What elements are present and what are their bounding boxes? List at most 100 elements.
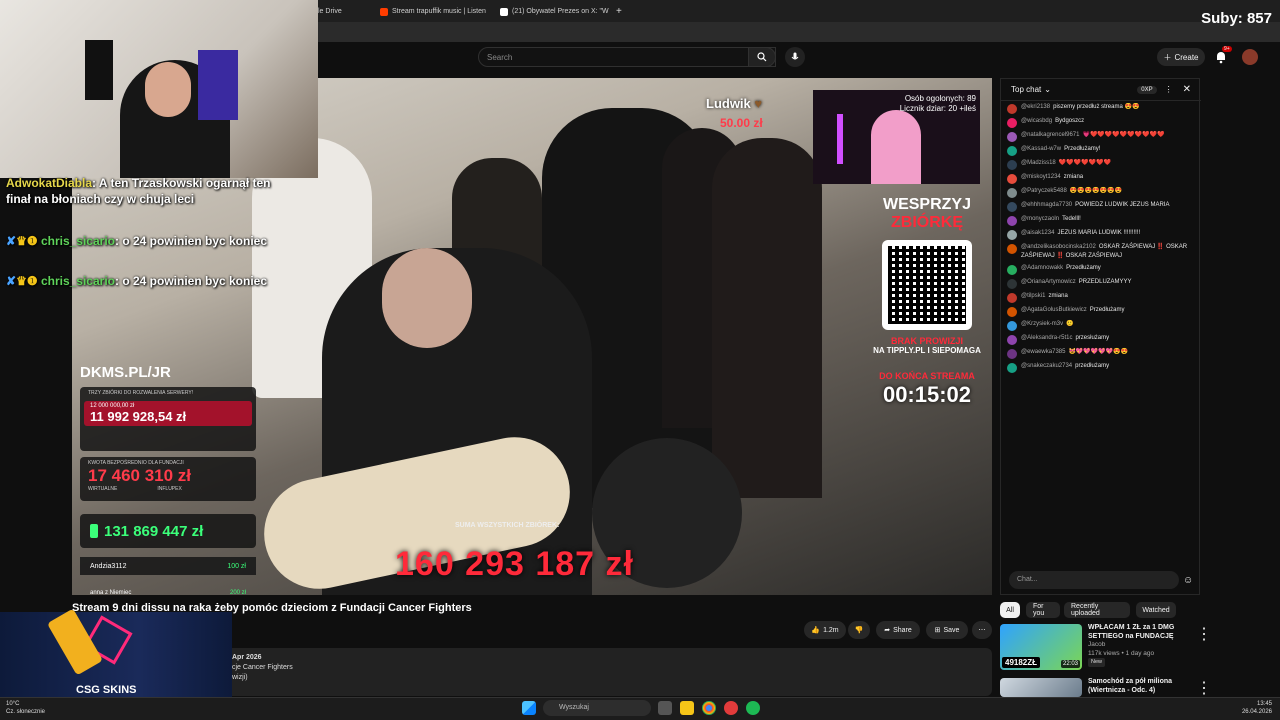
recommendation-item[interactable]: 49182ZŁ 22:03 WPŁACAM 1 ZŁ za 1 DMG SETT… [1000, 624, 1212, 670]
task-view-icon[interactable] [658, 701, 672, 715]
filter-chip[interactable]: All [1000, 602, 1020, 618]
qr-code[interactable] [882, 240, 972, 330]
avatar[interactable] [1007, 174, 1017, 184]
avatar[interactable] [1007, 118, 1017, 128]
chat-username[interactable]: @monyczaoln [1021, 216, 1059, 222]
chat-message[interactable]: @ewaewka7385 😻💖💖💖💖💖😍😍 [1007, 348, 1195, 359]
more-actions-button[interactable]: ⋯ [972, 621, 992, 639]
chat-message[interactable]: @ehhhmagda7730 POWIEDZ LUDWIK JEZUS MARIA [1007, 201, 1195, 212]
chat-username[interactable]: @ehhhmagda7730 [1021, 202, 1072, 208]
chat-username[interactable]: @OrianaArtymowicz [1021, 279, 1076, 285]
chat-username[interactable]: @Krzysiek-m3v [1021, 321, 1063, 327]
chat-message[interactable]: @aisak1234 JEZUS MARIA LUDWIK !!!!!!!!!! [1007, 229, 1195, 240]
chat-username[interactable]: @miskoyt1234 [1021, 174, 1061, 180]
chat-message[interactable]: @tilpski1 zmiana [1007, 292, 1195, 303]
video-thumbnail[interactable]: 49182ZŁ 22:03 [1000, 624, 1082, 670]
app-icon[interactable] [724, 701, 738, 715]
avatar[interactable] [1007, 132, 1017, 142]
notifications-button[interactable]: 9+ [1214, 46, 1232, 64]
chat-username[interactable]: @ekri2138 [1021, 104, 1050, 110]
chat-username[interactable]: @Madziss18 [1021, 160, 1056, 166]
chat-message[interactable]: @Madziss18 ❤️❤️❤️❤️❤️❤️❤️ [1007, 159, 1195, 170]
chat-message[interactable]: @OrianaArtymowicz PRZEDLUZAMYYY [1007, 278, 1195, 289]
browser-tab[interactable]: le Drive [318, 3, 376, 20]
chat-message[interactable]: @Kassad-w7w Przedłużamy! [1007, 145, 1195, 156]
avatar[interactable] [1242, 49, 1258, 65]
spotify-icon[interactable] [746, 701, 760, 715]
xp-badge[interactable]: 0XP [1137, 85, 1157, 94]
chat-message[interactable]: @Patryczek5488 😍😍😍😍😍😍😍 [1007, 187, 1195, 198]
avatar[interactable] [1007, 160, 1017, 170]
weather-widget[interactable]: 10°C Cz. słonecznie [6, 700, 45, 716]
chat-message[interactable]: @wicasbdg Bydgoszcz [1007, 117, 1195, 128]
chat-message[interactable]: @Adamnowakk Przedłużamy [1007, 264, 1195, 275]
more-options-icon[interactable]: ⋮ [1165, 85, 1173, 94]
new-tab-button[interactable]: + [616, 3, 628, 20]
chat-username[interactable]: @andzelikasobocinska2102 [1021, 244, 1096, 250]
avatar[interactable] [1007, 244, 1017, 254]
filter-chip[interactable]: Watched [1136, 602, 1176, 618]
avatar[interactable] [1007, 265, 1017, 275]
more-options-icon[interactable]: ⋮ [1196, 678, 1212, 698]
avatar[interactable] [1007, 307, 1017, 317]
avatar[interactable] [1007, 188, 1017, 198]
recommendation-item[interactable]: Samochód za pół miliona (Wiertnicza - Od… [1000, 678, 1212, 698]
like-button[interactable]: 👍 1.2m [804, 621, 846, 639]
filter-chip[interactable]: For you [1026, 602, 1060, 618]
avatar[interactable] [1007, 216, 1017, 226]
chat-message[interactable]: @monyczaoln Tedelll! [1007, 215, 1195, 226]
share-button[interactable]: ➦ Share [876, 621, 920, 639]
avatar[interactable] [1007, 349, 1017, 359]
avatar[interactable] [1007, 293, 1017, 303]
chat-message[interactable]: @andzelikasobocinska2102 OSKAR ZAŚPIEWAJ … [1007, 243, 1195, 261]
chat-message-list[interactable]: @ekri2138 piszemy przedłuż streama 😍😍 @wic… [1001, 103, 1201, 565]
search-button[interactable] [748, 47, 776, 67]
chat-username[interactable]: @AgataGolusButkiewicz [1021, 307, 1087, 313]
recommendation-title[interactable]: WPŁACAM 1 ZŁ za 1 DMG SETTIEGO na FUNDAC… [1088, 624, 1210, 641]
avatar[interactable] [1007, 104, 1017, 114]
chrome-icon[interactable] [702, 701, 716, 715]
search-input[interactable]: Search [478, 47, 776, 67]
filter-chip[interactable]: Recently uploaded [1064, 602, 1130, 618]
chat-username[interactable]: @snakeczaku2734 [1021, 363, 1072, 369]
avatar[interactable] [1007, 279, 1017, 289]
avatar[interactable] [1007, 335, 1017, 345]
create-button[interactable]: ＋ Create [1157, 48, 1205, 66]
avatar[interactable] [1007, 321, 1017, 331]
avatar[interactable] [1007, 146, 1017, 156]
more-options-icon[interactable]: ⋮ [1196, 624, 1212, 644]
close-icon[interactable]: ✕ [1183, 84, 1191, 95]
chat-message[interactable]: @Krzysiek-m3v 🙂 [1007, 320, 1195, 331]
browser-tab[interactable]: (21) Obywatel Prezes on X: "W ✕ [500, 3, 612, 20]
chat-username[interactable]: @aisak1234 [1021, 230, 1054, 236]
chat-username[interactable]: @wicasbdg [1021, 118, 1052, 124]
clock[interactable]: 13:45 26.04.2026 [1242, 700, 1272, 716]
chat-username[interactable]: @tilpski1 [1021, 293, 1045, 299]
channel-name[interactable]: Jacob [1088, 641, 1210, 650]
chat-username[interactable]: @Aleksandra-r5t1c [1021, 335, 1072, 341]
video-thumbnail[interactable] [1000, 678, 1082, 697]
browser-tab[interactable]: Stream trapuffik music | Listen ✕ [380, 3, 490, 20]
chat-message[interactable]: @snakeczaku2734 przedłużamy [1007, 362, 1195, 373]
chat-message[interactable]: @miskoyt1234 zmiana [1007, 173, 1195, 184]
chat-username[interactable]: @Adamnowakk [1021, 265, 1063, 271]
chat-username[interactable]: @Patryczek5488 [1021, 188, 1067, 194]
recommendation-title[interactable]: Samochód za pół miliona (Wiertnicza - Od… [1088, 678, 1210, 695]
taskbar-search[interactable]: Wyszukaj [543, 700, 651, 716]
avatar[interactable] [1007, 230, 1017, 240]
chat-message[interactable]: @Aleksandra-r5t1c przesłużamy [1007, 334, 1195, 345]
avatar[interactable] [1007, 363, 1017, 373]
save-button[interactable]: ⊞ Save [926, 621, 968, 639]
chat-mode-dropdown[interactable]: Top chat [1011, 85, 1041, 94]
chat-username[interactable]: @ewaewka7385 [1021, 349, 1065, 355]
avatar[interactable] [1007, 202, 1017, 212]
folder-icon[interactable] [680, 701, 694, 715]
chat-input[interactable]: Chat... [1009, 571, 1179, 589]
emoji-icon[interactable]: ☺ [1183, 575, 1193, 586]
chat-message[interactable]: @natalkagrencel9671 💗❤️❤️❤️❤️❤️❤️❤️❤️❤️❤️ [1007, 131, 1195, 142]
chat-username[interactable]: @Kassad-w7w [1021, 146, 1061, 152]
windows-start-icon[interactable] [522, 701, 536, 715]
chat-message[interactable]: @AgataGolusButkiewicz Przedłużamy [1007, 306, 1195, 317]
dislike-button[interactable]: 👎 [848, 621, 870, 639]
chat-message[interactable]: @ekri2138 piszemy przedłuż streama 😍😍 [1007, 103, 1195, 114]
